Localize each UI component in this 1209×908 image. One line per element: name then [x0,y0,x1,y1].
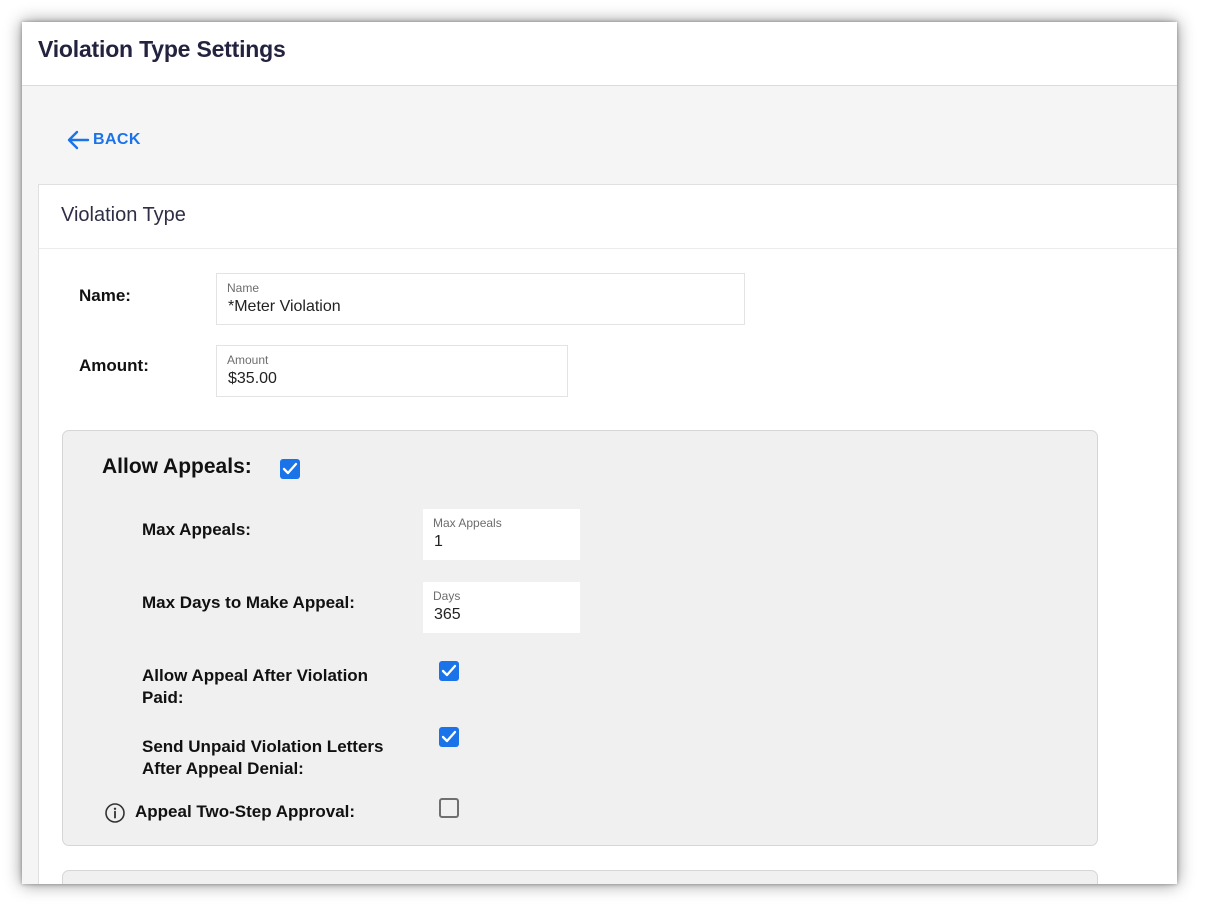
unpaid-letters-label: Send Unpaid Violation Letters After Appe… [142,736,384,780]
app-bar: Violation Type Settings [22,22,1177,86]
info-icon[interactable] [104,802,126,824]
max-appeals-field-value: 1 [434,533,443,550]
after-paid-label-line1: Allow Appeal After Violation [142,666,369,685]
max-days-field-value: 365 [434,606,461,623]
next-panel [62,870,1098,884]
two-step-checkbox[interactable] [439,798,459,818]
amount-field[interactable]: Amount $35.00 [216,345,568,397]
back-label: BACK [93,131,141,148]
allow-appeals-checkbox[interactable] [280,459,300,479]
arrow-left-icon [67,130,90,150]
page-title: Violation Type Settings [38,36,286,62]
unpaid-letters-label-line2: After Appeal Denial: [142,759,304,778]
name-field[interactable]: Name *Meter Violation [216,273,745,325]
name-field-label: Name [227,281,260,295]
checkmark-icon [441,664,457,677]
max-appeals-label: Max Appeals: [142,520,251,539]
name-label: Name: [79,286,131,305]
max-days-field-label: Days [433,589,461,603]
card-header: Violation Type [39,185,1177,249]
back-button[interactable]: BACK [66,129,141,151]
max-appeals-field-label: Max Appeals [433,516,502,530]
name-field-value: *Meter Violation [228,298,341,315]
max-days-field[interactable]: Days 365 [423,582,580,633]
unpaid-letters-checkbox[interactable] [439,727,459,747]
after-paid-label: Allow Appeal After Violation Paid: [142,665,368,709]
card-title: Violation Type [61,204,186,226]
unpaid-letters-label-line1: Send Unpaid Violation Letters [142,737,384,756]
checkmark-icon [282,462,298,475]
two-step-label: Appeal Two-Step Approval: [135,802,356,821]
app-window: Violation Type Settings BACK Violation T… [22,22,1177,884]
amount-field-value: $35.00 [228,370,277,387]
checkmark-icon [441,730,457,743]
appeals-panel: Allow Appeals: Max Appeals: Max Appeals … [62,430,1098,846]
allow-appeals-label: Allow Appeals: [102,455,252,478]
amount-label: Amount: [79,356,149,375]
max-days-label: Max Days to Make Appeal: [142,593,355,612]
amount-field-label: Amount [227,353,269,367]
max-appeals-field[interactable]: Max Appeals 1 [423,509,580,560]
after-paid-label-line2: Paid: [142,688,184,707]
after-paid-checkbox[interactable] [439,661,459,681]
